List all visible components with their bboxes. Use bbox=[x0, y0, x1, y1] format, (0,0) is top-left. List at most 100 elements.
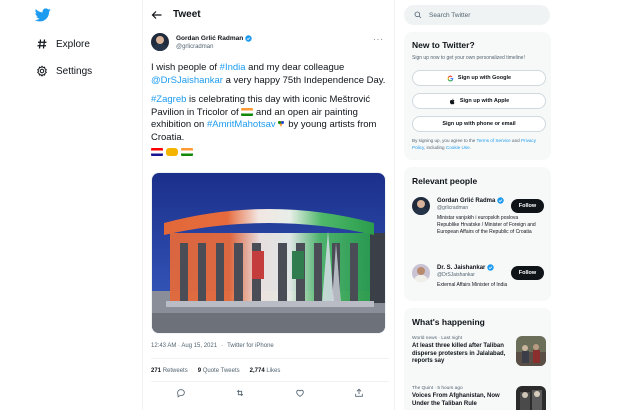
email-signup-label: Sign up with phone or email bbox=[442, 121, 516, 127]
likes-stat[interactable]: 2,774 Likes bbox=[250, 368, 281, 374]
divider bbox=[151, 381, 389, 382]
signup-card: New to Twitter? Sign up now to get your … bbox=[404, 32, 551, 160]
likes-label: Likes bbox=[266, 368, 281, 374]
quotes-count: 9 bbox=[197, 368, 202, 374]
person-name[interactable]: Dr. S. Jaishankar bbox=[437, 265, 485, 271]
likes-count: 2,774 bbox=[249, 368, 265, 374]
nav-explore-label: Explore bbox=[56, 38, 90, 50]
page-title: Tweet bbox=[173, 9, 201, 20]
like-icon[interactable] bbox=[295, 388, 305, 398]
right-sidebar: New to Twitter? Sign up now to get your … bbox=[403, 0, 553, 410]
email-signup-button[interactable]: Sign up with phone or email bbox=[412, 116, 546, 132]
relevant-people-card: Relevant people Gordan Grlić Radma @grli… bbox=[404, 167, 551, 301]
follow-button[interactable]: Follow bbox=[511, 266, 544, 280]
author-handle[interactable]: @grlicradman bbox=[176, 44, 252, 50]
person-bio: Ministar vanjskih i europskih poslova Re… bbox=[437, 215, 536, 235]
apple-signup-button[interactable]: Sign up with Apple bbox=[412, 93, 546, 109]
person-handle: @grlicradman bbox=[437, 205, 469, 211]
google-icon bbox=[447, 75, 454, 81]
tweet-source[interactable]: Twitter for iPhone bbox=[227, 343, 274, 349]
person-item[interactable]: Gordan Grlić Radma @grlicradman Ministar… bbox=[412, 197, 536, 236]
trend-title: At least three killed after Taliban disp… bbox=[412, 343, 506, 365]
india-flag-emoji-icon bbox=[241, 107, 254, 116]
retweets-stat[interactable]: 271 Retweets bbox=[151, 368, 188, 374]
terms-of-service-link[interactable]: Terms of Service bbox=[477, 138, 511, 143]
terms-text: and bbox=[510, 138, 521, 143]
tweet-text-segment: I wish people of bbox=[151, 62, 220, 73]
terms-text: By signing up, you agree to the bbox=[412, 138, 477, 143]
signup-terms: By signing up, you agree to the Terms of… bbox=[412, 138, 546, 151]
handshake-emoji-icon bbox=[166, 147, 178, 156]
tweet-text-segment: a very happy 75th Independence Day. bbox=[222, 74, 386, 86]
author-avatar[interactable] bbox=[151, 33, 169, 51]
avatar[interactable] bbox=[412, 197, 430, 215]
apple-signup-label: Sign up with Apple bbox=[459, 98, 510, 104]
google-signup-label: Sign up with Google bbox=[457, 75, 512, 81]
mention-jaishankar-link[interactable]: @DrSJaishankar bbox=[151, 75, 223, 86]
retweet-icon[interactable] bbox=[235, 388, 245, 398]
meta-separator: · bbox=[221, 343, 224, 349]
hashtag-icon bbox=[37, 39, 47, 49]
nav-settings[interactable]: Settings bbox=[36, 65, 92, 77]
twitter-logo-icon[interactable] bbox=[35, 8, 51, 22]
author-name[interactable]: Gordan Grlić Radman bbox=[176, 35, 243, 42]
trend-item[interactable]: World news · Last night At least three k… bbox=[412, 336, 546, 366]
terms-text: . bbox=[469, 144, 471, 150]
trend-title: Voices From Afghanistan, Now Under the T… bbox=[412, 393, 500, 407]
india-flag-emoji-icon bbox=[181, 147, 193, 156]
nav-settings-label: Settings bbox=[56, 65, 93, 77]
tweet-text-segment: and my dear colleague bbox=[245, 62, 345, 73]
trend-thumbnail bbox=[516, 336, 546, 366]
whats-happening-title: What's happening bbox=[412, 317, 485, 327]
relevant-people-title: Relevant people bbox=[412, 176, 478, 186]
tweet-meta: 12:43 AM · Aug 15, 2021 · Twitter for iP… bbox=[151, 343, 274, 349]
croatia-flag-emoji-icon bbox=[151, 147, 163, 156]
person-item[interactable]: Dr. S. Jaishankar @DrSJaishankar Externa… bbox=[412, 264, 515, 289]
main-column: Tweet Gordan Grlić Radman @grlicradman ·… bbox=[142, 0, 395, 410]
share-icon[interactable] bbox=[354, 388, 364, 398]
trend-item[interactable]: The Quint · 5 hours ago Voices From Afgh… bbox=[412, 386, 546, 410]
more-options-icon[interactable]: ··· bbox=[373, 35, 384, 44]
signup-title: New to Twitter? bbox=[412, 40, 475, 50]
follow-button[interactable]: Follow bbox=[511, 199, 544, 213]
nav-explore[interactable]: Explore bbox=[36, 38, 90, 50]
signup-subtitle: Sign up now to get your own personalized… bbox=[412, 55, 525, 61]
quotes-stat[interactable]: 9 Quote Tweets bbox=[198, 368, 240, 374]
person-bio: External Affairs Minister of India bbox=[437, 282, 508, 288]
tweet-paragraph-2: #Zagreb is celebrating this day with ico… bbox=[151, 94, 391, 144]
apple-icon bbox=[449, 98, 455, 104]
tweet-body: I wish people of #India and my dear coll… bbox=[151, 62, 391, 156]
terms-text: , including bbox=[423, 144, 446, 150]
person-name[interactable]: Gordan Grlić Radma bbox=[437, 198, 495, 204]
tweet-stats: 271 Retweets 9 Quote Tweets 2,774 Likes bbox=[151, 368, 280, 374]
hashtag-amritmahotsav-link[interactable]: #AmritMahotsav bbox=[207, 119, 276, 130]
gear-icon bbox=[37, 65, 47, 77]
tweet-author[interactable]: Gordan Grlić Radman @grlicradman bbox=[151, 33, 252, 51]
hashtag-zagreb-link[interactable]: #Zagreb bbox=[151, 94, 186, 105]
verified-badge-icon bbox=[487, 264, 495, 271]
divider bbox=[151, 358, 389, 359]
retweets-count: 271 bbox=[151, 368, 162, 374]
cookie-use-link[interactable]: Cookie Use bbox=[446, 145, 470, 150]
back-arrow-icon[interactable] bbox=[151, 9, 163, 21]
flag-emoji-row bbox=[151, 147, 391, 156]
hashtag-india-link[interactable]: #India bbox=[220, 62, 246, 73]
avatar[interactable] bbox=[412, 264, 430, 282]
top-bar: Tweet bbox=[143, 0, 394, 30]
google-signup-button[interactable]: Sign up with Google bbox=[412, 70, 546, 86]
mestrovic-pavilion-photo bbox=[152, 173, 385, 333]
trend-thumbnail bbox=[516, 386, 546, 410]
tweet-actions bbox=[151, 388, 389, 398]
tweet-timestamp[interactable]: 12:43 AM · Aug 15, 2021 bbox=[151, 343, 217, 349]
tweet-paragraph-1: I wish people of #India and my dear coll… bbox=[151, 62, 391, 87]
amrit-mahotsav-emoji-icon bbox=[277, 121, 284, 128]
person-handle: @DrSJaishankar bbox=[437, 272, 475, 278]
tweet-photo[interactable] bbox=[151, 172, 386, 334]
search-bar[interactable] bbox=[404, 5, 550, 25]
verified-badge-icon bbox=[245, 34, 252, 42]
verified-badge-icon bbox=[497, 197, 505, 204]
quotes-label: Quote Tweets bbox=[202, 368, 240, 374]
retweets-label: Retweets bbox=[162, 368, 188, 374]
reply-icon[interactable] bbox=[176, 388, 186, 398]
search-input[interactable] bbox=[429, 11, 539, 19]
